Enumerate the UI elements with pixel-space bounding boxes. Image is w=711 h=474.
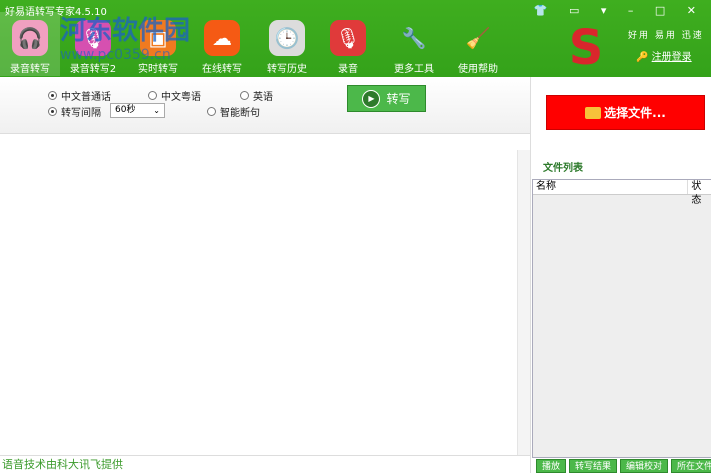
broom-icon: 🧹 bbox=[465, 26, 491, 50]
register-label: 注册登录 bbox=[651, 52, 692, 63]
interval-select[interactable]: 60秒 ⌄ bbox=[110, 103, 165, 118]
mic-icon: 🎙 bbox=[330, 20, 366, 56]
col-status[interactable]: 状态 bbox=[688, 180, 711, 206]
radio-label: 中文粤语 bbox=[161, 92, 201, 103]
convert-label: 转写 bbox=[386, 92, 411, 106]
file-action-button[interactable]: 所在文件夹 bbox=[671, 459, 711, 473]
tool-label: 在线转写 bbox=[202, 64, 242, 75]
tool-5[interactable]: 🎙 录音 bbox=[318, 12, 378, 76]
tool-label: 录音转写 bbox=[10, 64, 50, 75]
radio-smart-split[interactable]: 智能断句 bbox=[207, 104, 260, 119]
slogan: 好用 易用 迅速 bbox=[628, 31, 704, 41]
radio-label: 中文普通话 bbox=[61, 92, 111, 103]
radio-cantonese[interactable]: 中文粤语 bbox=[148, 88, 201, 103]
cloud-icon: ☁ bbox=[204, 20, 240, 56]
choose-label: 选择文件... bbox=[604, 106, 666, 120]
chevron-down-icon: ⌄ bbox=[153, 106, 160, 115]
headset-icon: 🎧 bbox=[12, 20, 48, 56]
status-bar: 语音技术由科大讯飞提供 bbox=[0, 455, 530, 473]
transcript-text-area[interactable] bbox=[0, 134, 517, 455]
interval-value: 60秒 bbox=[115, 105, 136, 115]
radio-interval[interactable]: 转写间隔 bbox=[48, 104, 101, 119]
register-login-link[interactable]: 🔑 注册登录 bbox=[636, 48, 692, 63]
tool-7[interactable]: 🧹 使用帮助 bbox=[448, 12, 508, 76]
tool-label: 更多工具 bbox=[394, 64, 434, 75]
file-action-button[interactable]: 编辑校对 bbox=[620, 459, 669, 473]
tool-3[interactable]: ☁ 在线转写 bbox=[192, 12, 252, 76]
file-list-table[interactable]: 名称 状态 bbox=[532, 179, 711, 458]
tool-label: 录音转写2 bbox=[69, 64, 117, 75]
table-header: 名称 状态 bbox=[533, 180, 711, 206]
tool-4[interactable]: 🕒 转写历史 bbox=[257, 12, 317, 76]
radio-english[interactable]: 英语 bbox=[240, 88, 273, 103]
options-panel: 中文普通话 中文粤语 英语 转写间隔 智能断句 bbox=[0, 77, 530, 134]
tool-1[interactable]: 🎙 录音转写2 bbox=[63, 12, 123, 76]
wrench-icon: 🔧 bbox=[401, 26, 427, 50]
radio-icon bbox=[240, 91, 249, 100]
radio-mandarin[interactable]: 中文普通话 bbox=[48, 88, 111, 103]
tool-6[interactable]: 🔧 更多工具 bbox=[384, 12, 444, 76]
play-icon: ▶ bbox=[362, 89, 381, 108]
tool-label: 录音 bbox=[338, 64, 358, 75]
radio-icon bbox=[48, 107, 57, 116]
tool-label: 转写历史 bbox=[267, 64, 307, 75]
print-icon: ▣ bbox=[140, 20, 176, 56]
tool-0[interactable]: 🎧 录音转写 bbox=[0, 12, 60, 76]
col-name[interactable]: 名称 bbox=[533, 180, 689, 194]
radio-label: 智能断句 bbox=[220, 108, 260, 119]
radio-icon bbox=[48, 91, 57, 100]
convert-button[interactable]: ▶ 转写 bbox=[347, 85, 426, 112]
mic-icon: 🎙 bbox=[75, 20, 111, 56]
tool-label: 使用帮助 bbox=[458, 64, 498, 75]
top-toolbar: 好易语转写专家4.5.10 🎧 录音转写 🎙 录音转写2 ▣ 实时转写 ☁ 在线转写 🕒 转写历史… bbox=[0, 0, 711, 77]
key-icon: 🔑 bbox=[636, 52, 649, 63]
file-list-title: 文件列表 bbox=[543, 163, 583, 174]
tool-label: 实时转写 bbox=[138, 64, 178, 75]
tool-2[interactable]: ▣ 实时转写 bbox=[128, 12, 188, 76]
folder-icon bbox=[585, 106, 602, 119]
choose-file-button[interactable]: 选择文件... bbox=[546, 95, 705, 130]
radio-label: 转写间隔 bbox=[61, 108, 101, 119]
radio-icon bbox=[148, 91, 157, 100]
window-controls[interactable]: 👕 ▭ ▾ – □ ✕ bbox=[534, 4, 705, 17]
brand-logo-icon: S bbox=[568, 20, 604, 76]
file-panel: 选择文件... 文件列表 名称 状态 播放转写结果编辑校对所在文件夹 bbox=[530, 77, 711, 473]
file-action-button[interactable]: 播放 bbox=[536, 459, 567, 473]
file-action-button[interactable]: 转写结果 bbox=[569, 459, 618, 473]
file-actions: 播放转写结果编辑校对所在文件夹 bbox=[536, 459, 711, 473]
radio-label: 英语 bbox=[253, 92, 273, 103]
clock-icon: 🕒 bbox=[269, 20, 305, 56]
radio-icon bbox=[207, 107, 216, 116]
vertical-scrollbar[interactable] bbox=[517, 150, 530, 455]
